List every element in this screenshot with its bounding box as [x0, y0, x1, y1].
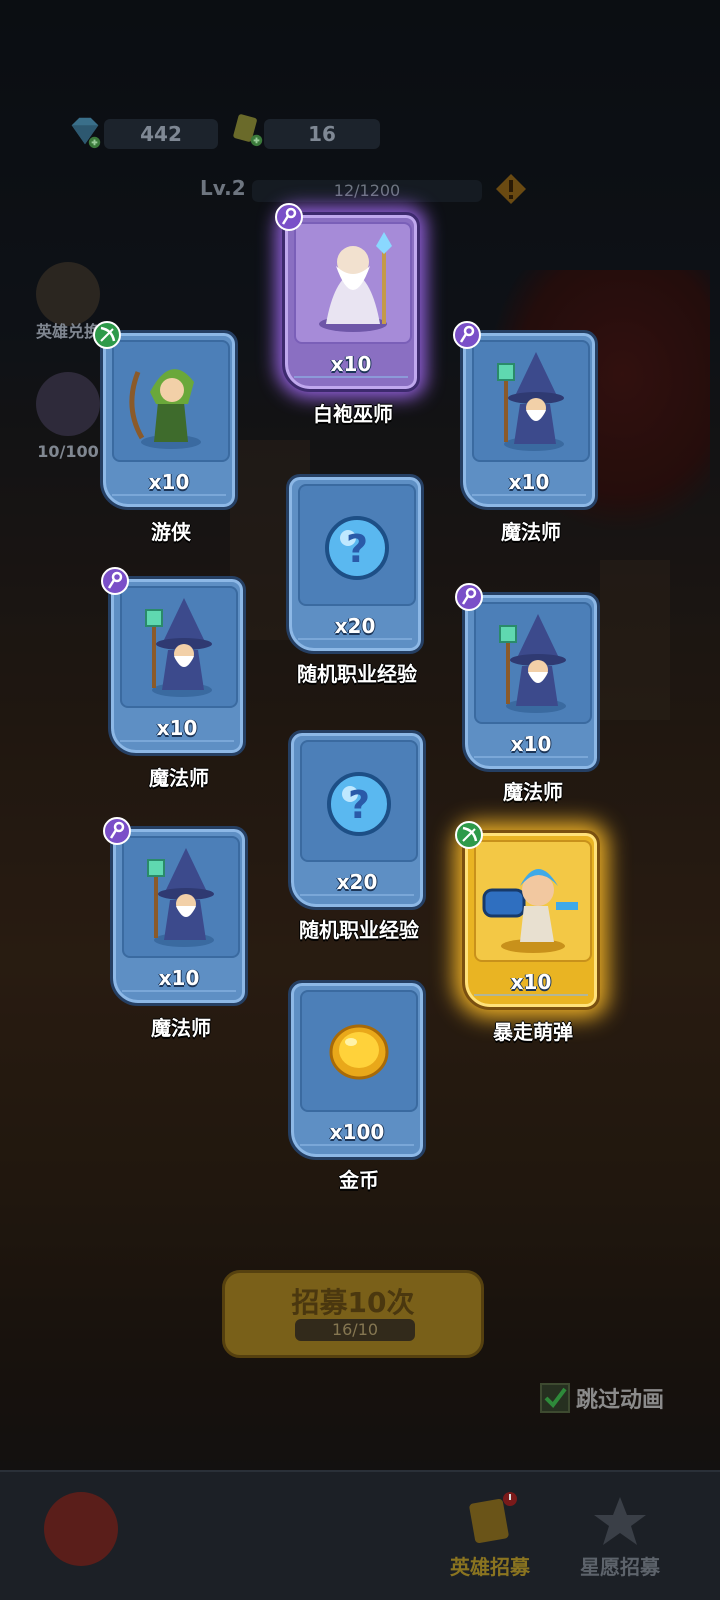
star-progress-label: 10/100 [37, 442, 99, 461]
alert-icon[interactable] [494, 172, 528, 206]
question-orb-icon: ? [298, 484, 416, 606]
gem-count: 442 [104, 119, 218, 149]
mage-portrait-icon [122, 836, 240, 958]
reward-card-rampage-bomber[interactable]: x10 [455, 821, 600, 1010]
hero-recruit-label: 英雄招募 [450, 1555, 530, 1579]
card-name: 随机职业经验 [299, 918, 419, 942]
card-name: 暴走萌弹 [493, 1020, 573, 1044]
bomber-portrait-icon [474, 840, 592, 962]
card-wave [472, 494, 586, 504]
checkmark-icon [544, 1387, 567, 1409]
reward-card-ranger[interactable]: x10 [93, 321, 238, 510]
reward-card-white-robe-wizard[interactable]: x10 [275, 203, 420, 392]
castle-tower-right [600, 560, 670, 720]
star-icon [36, 372, 100, 436]
staff-class-icon [453, 321, 481, 349]
reward-card-random-exp[interactable]: ? x20 [286, 474, 424, 654]
card-quantity: x10 [156, 716, 198, 740]
tab-star-wish-recruit[interactable]: 星愿招募 [580, 1491, 660, 1580]
svg-text:?: ? [346, 527, 368, 571]
card-wave [474, 756, 588, 766]
card-wave [120, 740, 234, 750]
star-wish-recruit-label: 星愿招募 [580, 1555, 660, 1579]
level-label: Lv.2 [200, 176, 246, 200]
mage-portrait-icon [472, 340, 590, 462]
card-quantity: x10 [330, 352, 372, 376]
card-name: 游侠 [151, 520, 191, 544]
card-quantity: x10 [508, 470, 550, 494]
card-quantity: x10 [148, 470, 190, 494]
star-progress-button[interactable]: 10/100 [30, 372, 106, 461]
mage-portrait-icon [120, 586, 238, 708]
bow-class-icon [455, 821, 483, 849]
reward-card-mage[interactable]: x10 [453, 321, 598, 510]
staff-class-icon [455, 583, 483, 611]
card-wave [298, 638, 412, 648]
recruit-scroll-icon [469, 1492, 517, 1544]
ticket-count: 16 [264, 119, 380, 149]
ticket-icon[interactable] [228, 110, 266, 148]
reward-card-mage[interactable]: x10 [103, 817, 248, 1006]
card-name: 魔法师 [503, 780, 563, 804]
card-quantity: x20 [336, 870, 378, 894]
checkbox[interactable] [540, 1383, 570, 1413]
card-quantity: x20 [334, 614, 376, 638]
card-wave [474, 994, 588, 1004]
reward-card-random-exp[interactable]: ? x20 [288, 730, 426, 910]
recruit-10-button[interactable]: 招募10次 16/10 [222, 1270, 484, 1358]
star-wish-icon [594, 1497, 646, 1545]
card-wave [300, 894, 414, 904]
card-quantity: x10 [158, 966, 200, 990]
bow-class-icon [93, 321, 121, 349]
gold-coin-icon [300, 990, 418, 1112]
staff-class-icon [275, 203, 303, 231]
card-wave [294, 376, 408, 386]
mage-portrait-icon [474, 602, 592, 724]
reward-card-mage[interactable]: x10 [455, 583, 600, 772]
recruit-ticket-count: 16/10 [295, 1319, 415, 1341]
battle-sword-icon[interactable] [44, 1492, 118, 1566]
card-name: 白袍巫师 [313, 402, 393, 426]
card-quantity: x10 [510, 970, 552, 994]
helmet-icon [36, 262, 100, 326]
reward-card-mage[interactable]: x10 [101, 567, 246, 756]
card-wave [112, 494, 226, 504]
card-quantity: x100 [329, 1120, 385, 1144]
card-name: 魔法师 [149, 766, 209, 790]
level-progress-bar: 12/1200 [252, 180, 482, 202]
card-quantity: x10 [510, 732, 552, 756]
tab-hero-recruit[interactable]: 英雄招募 [450, 1491, 530, 1580]
skip-animation-label: 跳过动画 [576, 1388, 665, 1413]
question-orb-icon: ? [300, 740, 418, 862]
svg-text:?: ? [348, 783, 370, 827]
skip-animation-toggle[interactable]: 跳过动画 [540, 1382, 664, 1414]
staff-class-icon [101, 567, 129, 595]
card-wave [300, 1144, 414, 1154]
gem-icon[interactable] [66, 112, 104, 150]
reward-card-gold-coin[interactable]: x100 [288, 980, 426, 1160]
bottom-nav: 英雄招募 星愿招募 [0, 1470, 720, 1600]
staff-class-icon [103, 817, 131, 845]
card-name: 金币 [339, 1168, 379, 1192]
card-wave [122, 990, 236, 1000]
wizard-portrait-icon [294, 222, 412, 344]
card-name: 魔法师 [151, 1016, 211, 1040]
card-name: 随机职业经验 [297, 662, 417, 686]
recruit-label: 招募10次 [291, 1286, 415, 1319]
ranger-portrait-icon [112, 340, 230, 462]
card-name: 魔法师 [501, 520, 561, 544]
